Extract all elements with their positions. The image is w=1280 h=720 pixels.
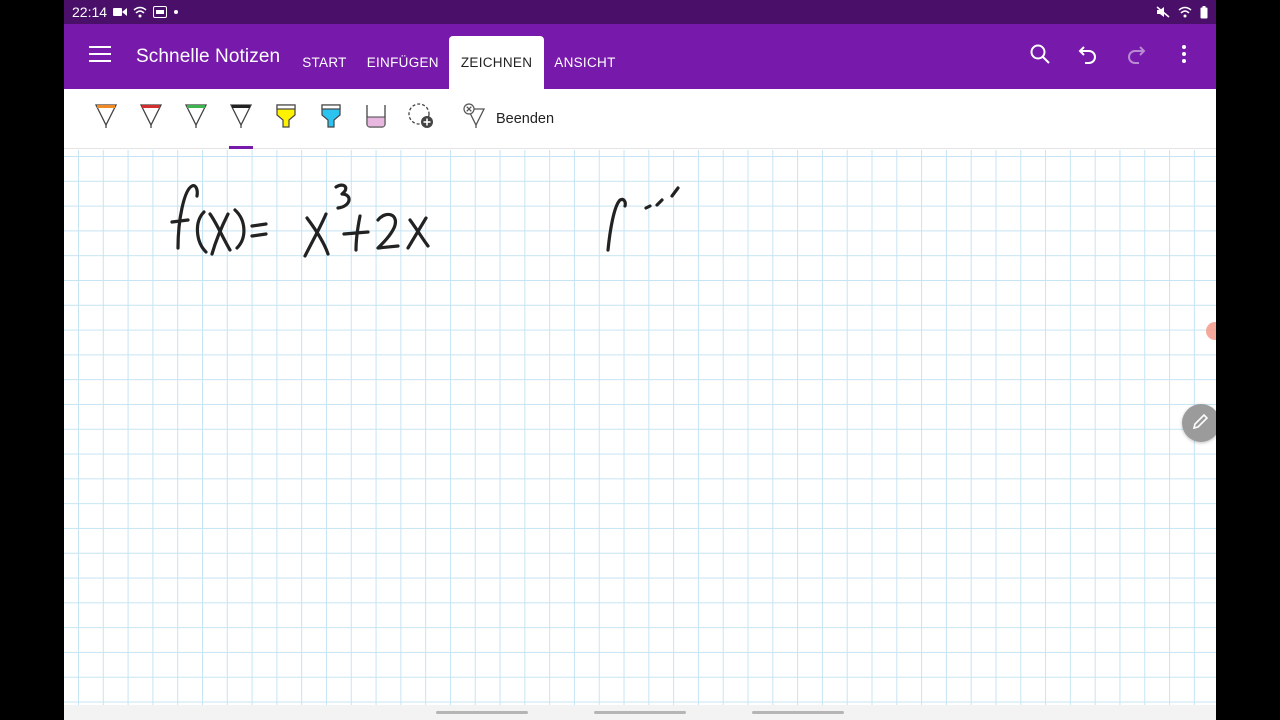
pencil-icon [1192,412,1210,435]
more-options-button[interactable] [1160,33,1208,81]
wifi-icon [1178,6,1192,18]
hamburger-menu-button[interactable] [64,24,136,89]
status-bar: 22:14 [64,0,1216,24]
tab-ansicht[interactable]: ANSICHT [544,36,625,89]
pen-green-icon [184,103,208,134]
highlighter-cyan-icon [319,103,343,134]
undo-icon [1078,44,1098,69]
app-bar: Schnelle Notizen START EINFÜGEN ZEICHNEN… [64,24,1216,89]
pen-black-button[interactable] [219,89,263,149]
redo-button[interactable] [1112,33,1160,81]
add-pen-icon [407,102,435,135]
undo-button[interactable] [1064,33,1112,81]
nav-pill[interactable] [752,711,844,714]
marker-pink-button[interactable] [354,89,398,149]
tab-start[interactable]: START [292,36,357,89]
menu-icon [89,46,111,67]
device-screen: 22:14 Schnelle Notizen START EINFÜGEN ZE… [64,0,1216,720]
pen-orange-button[interactable] [84,89,128,149]
pen-red-icon [139,103,163,134]
battery-icon [1200,5,1208,19]
system-nav-bar [64,705,1216,720]
ink-stroke-f [176,184,199,250]
highlighter-yellow-button[interactable] [264,89,308,149]
pen-orange-icon [94,103,118,134]
draw-toolbar: Beenden [64,89,1216,149]
redo-icon [1126,44,1146,69]
app-bar-actions [1016,24,1216,89]
search-button[interactable] [1016,33,1064,81]
marker-pink-icon [364,103,388,134]
app-title: Schnelle Notizen [136,45,281,67]
ribbon-tabs: START EINFÜGEN ZEICHNEN ANSICHT [292,24,625,89]
dot-icon [173,9,179,15]
news-app-icon [153,6,168,18]
stop-drawing-icon [462,103,486,134]
search-icon [1030,44,1050,69]
highlighter-yellow-icon [274,103,298,134]
nav-pill[interactable] [436,711,528,714]
finish-label: Beenden [496,110,555,127]
handwritten-ink [170,183,680,258]
more-icon [1181,45,1187,68]
drawing-canvas[interactable] [64,150,1216,705]
pen-black-icon [229,103,253,134]
wifi-icon [133,6,147,18]
floating-pen-button[interactable] [1182,404,1216,442]
tab-einfuegen[interactable]: EINFÜGEN [357,36,449,89]
pen-red-button[interactable] [129,89,173,149]
video-icon [113,7,128,17]
finish-drawing-button[interactable]: Beenden [454,99,562,139]
pen-green-button[interactable] [174,89,218,149]
mute-icon [1156,6,1170,18]
nav-pill[interactable] [594,711,686,714]
status-time: 22:14 [72,4,108,20]
add-pen-button[interactable] [399,89,443,149]
tab-zeichnen[interactable]: ZEICHNEN [448,36,545,89]
highlighter-cyan-button[interactable] [309,89,353,149]
